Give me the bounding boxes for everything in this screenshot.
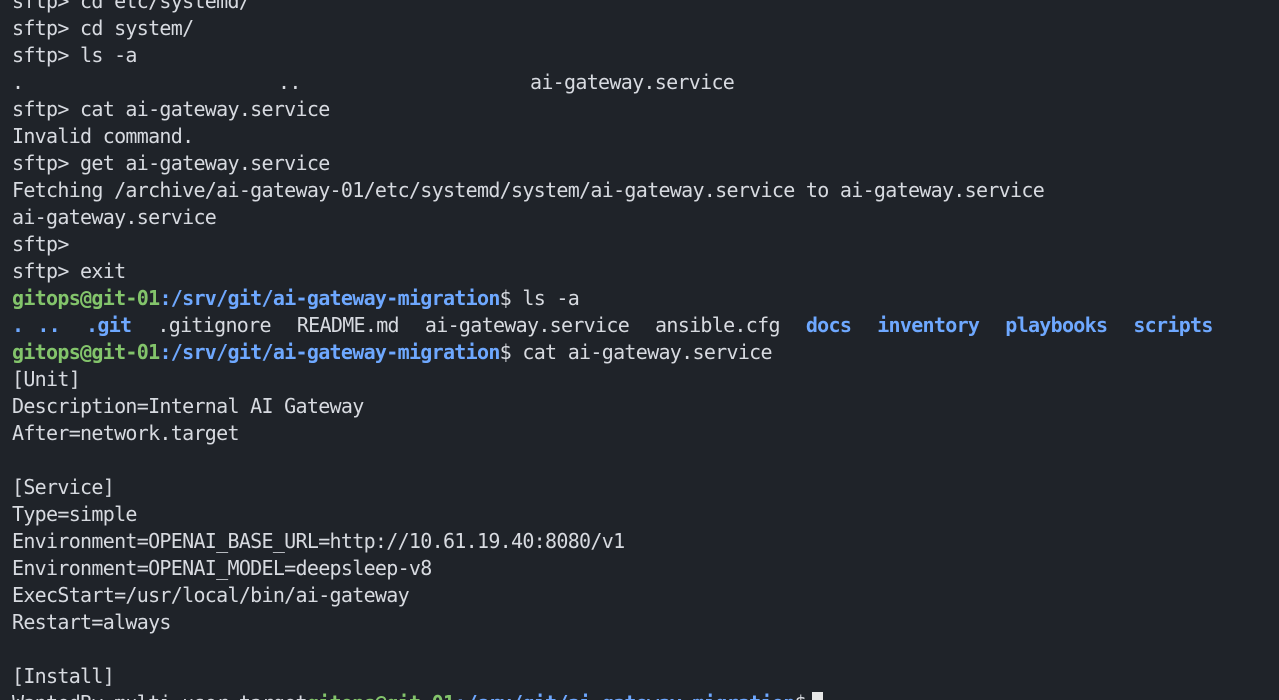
shell-prompt-line: gitops@git-01:/srv/git/ai-gateway-migrat… [12, 285, 1213, 312]
service-file-line: WantedBy=multi-user.target [12, 691, 308, 700]
service-file-line: ExecStart=/usr/local/bin/ai-gateway [12, 583, 410, 607]
prompt-path: :/srv/git/ai-gateway-migration [159, 286, 500, 310]
ls-output-line: ... .git .gitignore README.md ai-gateway.ser… [12, 312, 1213, 339]
terminal-line: sftp> ls -a [12, 43, 137, 67]
ls-entry: ai-gateway.service [530, 70, 735, 94]
ls-entry: . [12, 313, 24, 337]
service-file-line: Type=simple [12, 502, 137, 526]
terminal-output: sftp> cd etc/systemd/ sftp> cd system/ s… [12, 0, 1213, 700]
ls-entry: docs [805, 313, 852, 337]
ls-entry: ansible.cfg [655, 313, 780, 337]
final-prompt-line[interactable]: WantedBy=multi-user.targetgitops@git-01:… [12, 690, 1213, 700]
ls-entry: .git [86, 313, 132, 337]
terminal-line: Invalid command. [12, 124, 194, 148]
ls-entry: playbooks [1005, 313, 1108, 337]
ls-entry: inventory [877, 313, 980, 337]
terminal-window[interactable]: sftp> cd etc/systemd/ sftp> cd system/ s… [0, 0, 1279, 700]
prompt-user-host: gitops@git-01 [307, 691, 455, 700]
service-file-line: [Install] [12, 664, 115, 688]
service-file-line: Environment=OPENAI_MODEL=deepsleep-v8 [12, 556, 432, 580]
shell-command: ls -a [511, 286, 580, 310]
shell-prompt-line: gitops@git-01:/srv/git/ai-gateway-migrat… [12, 339, 1213, 366]
ls-entry: README.md [296, 313, 400, 337]
terminal-line: sftp> cd etc/systemd/ [12, 0, 251, 13]
terminal-line: Fetching /archive/ai-gateway-01/etc/syst… [12, 178, 1045, 202]
shell-command: cat ai-gateway.service [511, 340, 772, 364]
service-file-line: Environment=OPENAI_BASE_URL=http://10.61… [12, 529, 625, 553]
ls-entry: ai-gateway.service [424, 313, 630, 337]
prompt-user-host: gitops@git-01 [12, 340, 160, 364]
ls-entry: .. [37, 313, 61, 337]
terminal-line: sftp> cat ai-gateway.service [12, 97, 330, 121]
prompt-path: :/srv/git/ai-gateway-migration [159, 340, 500, 364]
sftp-ls-output: ... ai-gateway.service [12, 69, 1213, 96]
terminal-line: ai-gateway.service [12, 205, 217, 229]
service-file-line: [Service] [12, 475, 115, 499]
prompt-symbol: $ [499, 286, 512, 310]
terminal-line: sftp> exit [12, 259, 126, 283]
text-cursor[interactable] [811, 692, 823, 700]
service-file-line: Description=Internal AI Gateway [12, 394, 364, 418]
terminal-line: sftp> cd system/ [12, 16, 194, 40]
prompt-user-host: gitops@git-01 [12, 286, 160, 310]
terminal-line: sftp> [12, 232, 69, 256]
service-file-line: [Unit] [12, 367, 81, 391]
prompt-path: :/srv/git/ai-gateway-migration [454, 691, 795, 700]
terminal-line: sftp> get ai-gateway.service [12, 151, 330, 175]
ls-entry: scripts [1133, 313, 1213, 337]
service-file-line: Restart=always [12, 610, 171, 634]
service-file-line: After=network.target [12, 421, 240, 445]
ls-entry: . [12, 70, 24, 94]
ls-entry: .gitignore [157, 313, 271, 337]
ls-entry: .. [278, 70, 301, 94]
prompt-symbol: $ [795, 691, 807, 700]
prompt-symbol: $ [499, 340, 512, 364]
